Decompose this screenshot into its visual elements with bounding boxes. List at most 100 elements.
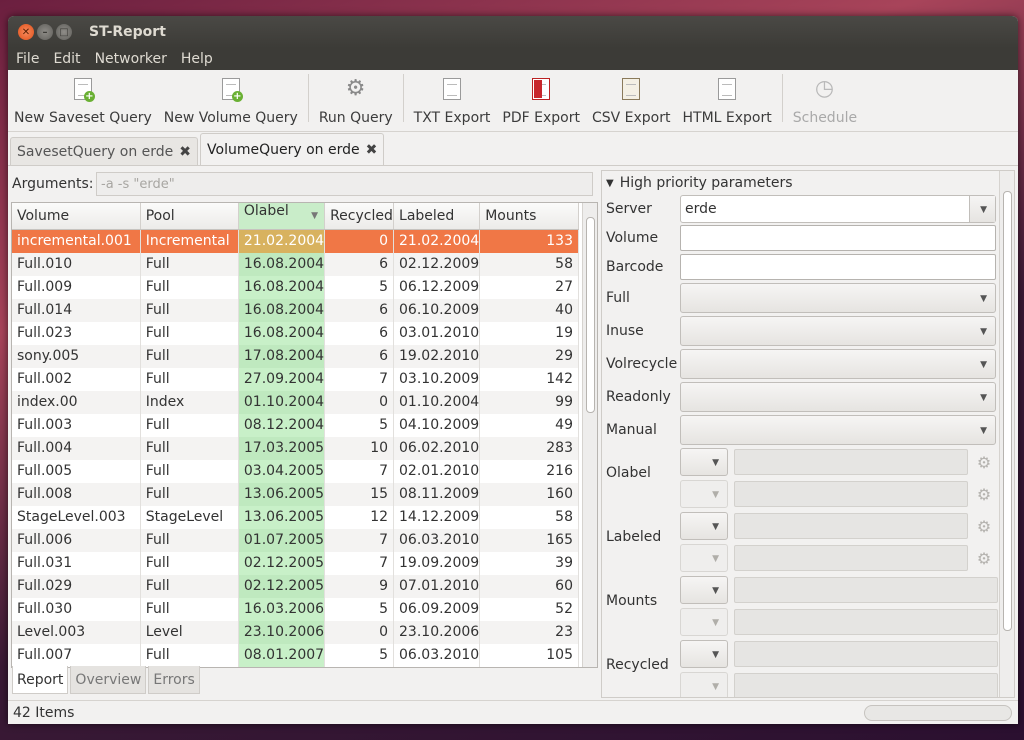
- cell-mounts: 283: [479, 436, 579, 460]
- cell-volume: sony.005: [12, 344, 141, 368]
- table-row[interactable]: Full.006 Full 01.07.2005 7 06.03.2010 165: [12, 528, 579, 552]
- readonly-combo[interactable]: ▼: [680, 382, 996, 412]
- full-combo[interactable]: ▼: [680, 283, 996, 313]
- maximize-window-button[interactable]: □: [56, 24, 72, 40]
- toolbar-separator: [781, 74, 783, 122]
- table-row[interactable]: Full.004 Full 17.03.2005 10 06.02.2010 283: [12, 436, 579, 460]
- table-row[interactable]: Full.002 Full 27.09.2004 7 03.10.2009 142: [12, 367, 579, 391]
- mounts-value-field[interactable]: [734, 577, 998, 603]
- table-row[interactable]: index.00 Index 01.10.2004 0 01.10.2004 99: [12, 390, 579, 414]
- csv-export-button[interactable]: CSV Export: [586, 76, 677, 126]
- volume-input[interactable]: [680, 225, 996, 251]
- recycled-operator-combo[interactable]: ▼: [680, 640, 728, 668]
- column-header-labeled[interactable]: Labeled: [393, 203, 481, 230]
- tab-errors[interactable]: Errors: [148, 666, 200, 694]
- table-scrollbar[interactable]: [582, 203, 597, 667]
- labeled-value-field-2[interactable]: [734, 545, 968, 571]
- html-export-button[interactable]: HTML Export: [676, 76, 777, 126]
- server-combo[interactable]: erde ▼: [680, 195, 996, 223]
- column-header-olabel[interactable]: Olabel ▼: [238, 203, 326, 230]
- server-dropdown-button[interactable]: ▼: [969, 196, 995, 222]
- table-row[interactable]: Full.009 Full 16.08.2004 5 06.12.2009 27: [12, 275, 579, 299]
- barcode-input[interactable]: [680, 254, 996, 280]
- olabel-operator-combo[interactable]: ▼: [680, 448, 728, 476]
- labeled-value-field[interactable]: [734, 513, 968, 539]
- olabel-operator-combo-2[interactable]: ▼: [680, 480, 728, 508]
- olabel-value-field[interactable]: [734, 449, 968, 475]
- settings-gear-icon[interactable]: ⚙: [972, 513, 996, 539]
- menu-help[interactable]: Help: [181, 51, 213, 67]
- close-window-button[interactable]: ✕: [18, 24, 34, 40]
- manual-row: Manual ▼: [606, 415, 996, 445]
- table-row[interactable]: Full.008 Full 13.06.2005 15 08.11.2009 160: [12, 482, 579, 506]
- recycled-operator-combo-2[interactable]: ▼: [680, 672, 728, 697]
- table-row[interactable]: Full.029 Full 02.12.2005 9 07.01.2010 60: [12, 574, 579, 598]
- table-row[interactable]: StageLevel.003 StageLevel 13.06.2005 12 14.1…: [12, 505, 579, 529]
- olabel-value-field-2[interactable]: [734, 481, 968, 507]
- mounts-operator-combo-2[interactable]: ▼: [680, 608, 728, 636]
- column-header-mounts[interactable]: Mounts: [479, 203, 579, 230]
- mounts-value-field-2[interactable]: [734, 609, 998, 635]
- table-row[interactable]: Full.023 Full 16.08.2004 6 03.01.2010 19: [12, 321, 579, 345]
- cell-pool: Full: [140, 367, 239, 391]
- recycled-label-row: Recycled: [606, 657, 680, 673]
- pdf-export-label: PDF Export: [502, 110, 580, 126]
- table-row[interactable]: sony.005 Full 17.08.2004 6 19.02.2010 29: [12, 344, 579, 368]
- table-row[interactable]: Full.030 Full 16.03.2006 5 06.09.2009 52: [12, 597, 579, 621]
- table-row[interactable]: Full.014 Full 16.08.2004 6 06.10.2009 40: [12, 298, 579, 322]
- mounts-operator-combo[interactable]: ▼: [680, 576, 728, 604]
- parameters-expander[interactable]: ▼ High priority parameters: [602, 171, 1014, 195]
- tab-volume-query[interactable]: VolumeQuery on erde ✖: [200, 133, 385, 165]
- table-row[interactable]: Full.010 Full 16.08.2004 6 02.12.2009 58: [12, 252, 579, 276]
- settings-gear-icon[interactable]: ⚙: [972, 545, 996, 571]
- txt-export-button[interactable]: TXT Export: [408, 76, 497, 126]
- close-tab-icon[interactable]: ✖: [366, 142, 378, 158]
- cell-volume: Full.023: [12, 321, 141, 345]
- column-header-pool[interactable]: Pool: [140, 203, 239, 230]
- tab-overview[interactable]: Overview: [70, 666, 147, 694]
- recycled-value-field-2[interactable]: [734, 673, 998, 697]
- settings-gear-icon[interactable]: ⚙: [972, 481, 996, 507]
- pdf-export-button[interactable]: PDF Export: [496, 76, 586, 126]
- manual-combo[interactable]: ▼: [680, 415, 996, 445]
- cell-labeled: 19.02.2010: [393, 344, 481, 368]
- cell-mounts: 19: [479, 321, 579, 345]
- readonly-label: Readonly: [606, 389, 671, 405]
- table-row[interactable]: incremental.001 Incremental 21.02.2004 0 21.…: [12, 229, 579, 253]
- menu-edit[interactable]: Edit: [53, 51, 80, 67]
- scrollbar-thumb[interactable]: [1003, 191, 1012, 631]
- new-volume-query-button[interactable]: + New Volume Query: [158, 76, 304, 126]
- labeled-operator-combo-2[interactable]: ▼: [680, 544, 728, 572]
- schedule-button[interactable]: ◷ Schedule: [787, 76, 863, 127]
- cell-recycled: 0: [324, 229, 395, 253]
- recycled-value-field[interactable]: [734, 641, 998, 667]
- table-row[interactable]: Full.031 Full 02.12.2005 7 19.09.2009 39: [12, 551, 579, 575]
- table-row[interactable]: Full.003 Full 08.12.2004 5 04.10.2009 49: [12, 413, 579, 437]
- arguments-input[interactable]: [96, 172, 593, 196]
- cell-olabel: 17.08.2004: [238, 344, 326, 368]
- volrecycle-combo[interactable]: ▼: [680, 349, 996, 379]
- menu-file[interactable]: File: [16, 51, 39, 67]
- cell-recycled: 5: [324, 413, 395, 437]
- close-tab-icon[interactable]: ✖: [179, 144, 191, 160]
- table-row[interactable]: Level.003 Level 23.10.2006 0 23.10.2006 23: [12, 620, 579, 644]
- column-header-recycled[interactable]: Recycled: [324, 203, 395, 230]
- table-row[interactable]: Full.005 Full 03.04.2005 7 02.01.2010 216: [12, 459, 579, 483]
- column-header-volume[interactable]: Volume: [12, 203, 141, 230]
- scrollbar-thumb[interactable]: [586, 217, 595, 413]
- cell-mounts: 58: [479, 505, 579, 529]
- run-query-button[interactable]: ⚙ Run Query: [313, 76, 399, 127]
- tab-report[interactable]: Report: [12, 666, 69, 694]
- cell-labeled: 06.03.2010: [393, 643, 481, 667]
- tab-saveset-query[interactable]: SavesetQuery on erde ✖: [10, 137, 199, 165]
- settings-gear-icon[interactable]: ⚙: [972, 449, 996, 475]
- inuse-combo[interactable]: ▼: [680, 316, 996, 346]
- labeled-operator-combo[interactable]: ▼: [680, 512, 728, 540]
- table-row[interactable]: Full.007 Full 08.01.2007 5 06.03.2010 105: [12, 643, 579, 667]
- parameters-scrollbar[interactable]: [999, 171, 1014, 697]
- new-saveset-query-button[interactable]: + New Saveset Query: [8, 76, 158, 126]
- cell-mounts: 160: [479, 482, 579, 506]
- sort-descending-icon: ▼: [311, 211, 319, 221]
- minimize-window-button[interactable]: –: [37, 24, 53, 40]
- menu-networker[interactable]: Networker: [95, 51, 167, 67]
